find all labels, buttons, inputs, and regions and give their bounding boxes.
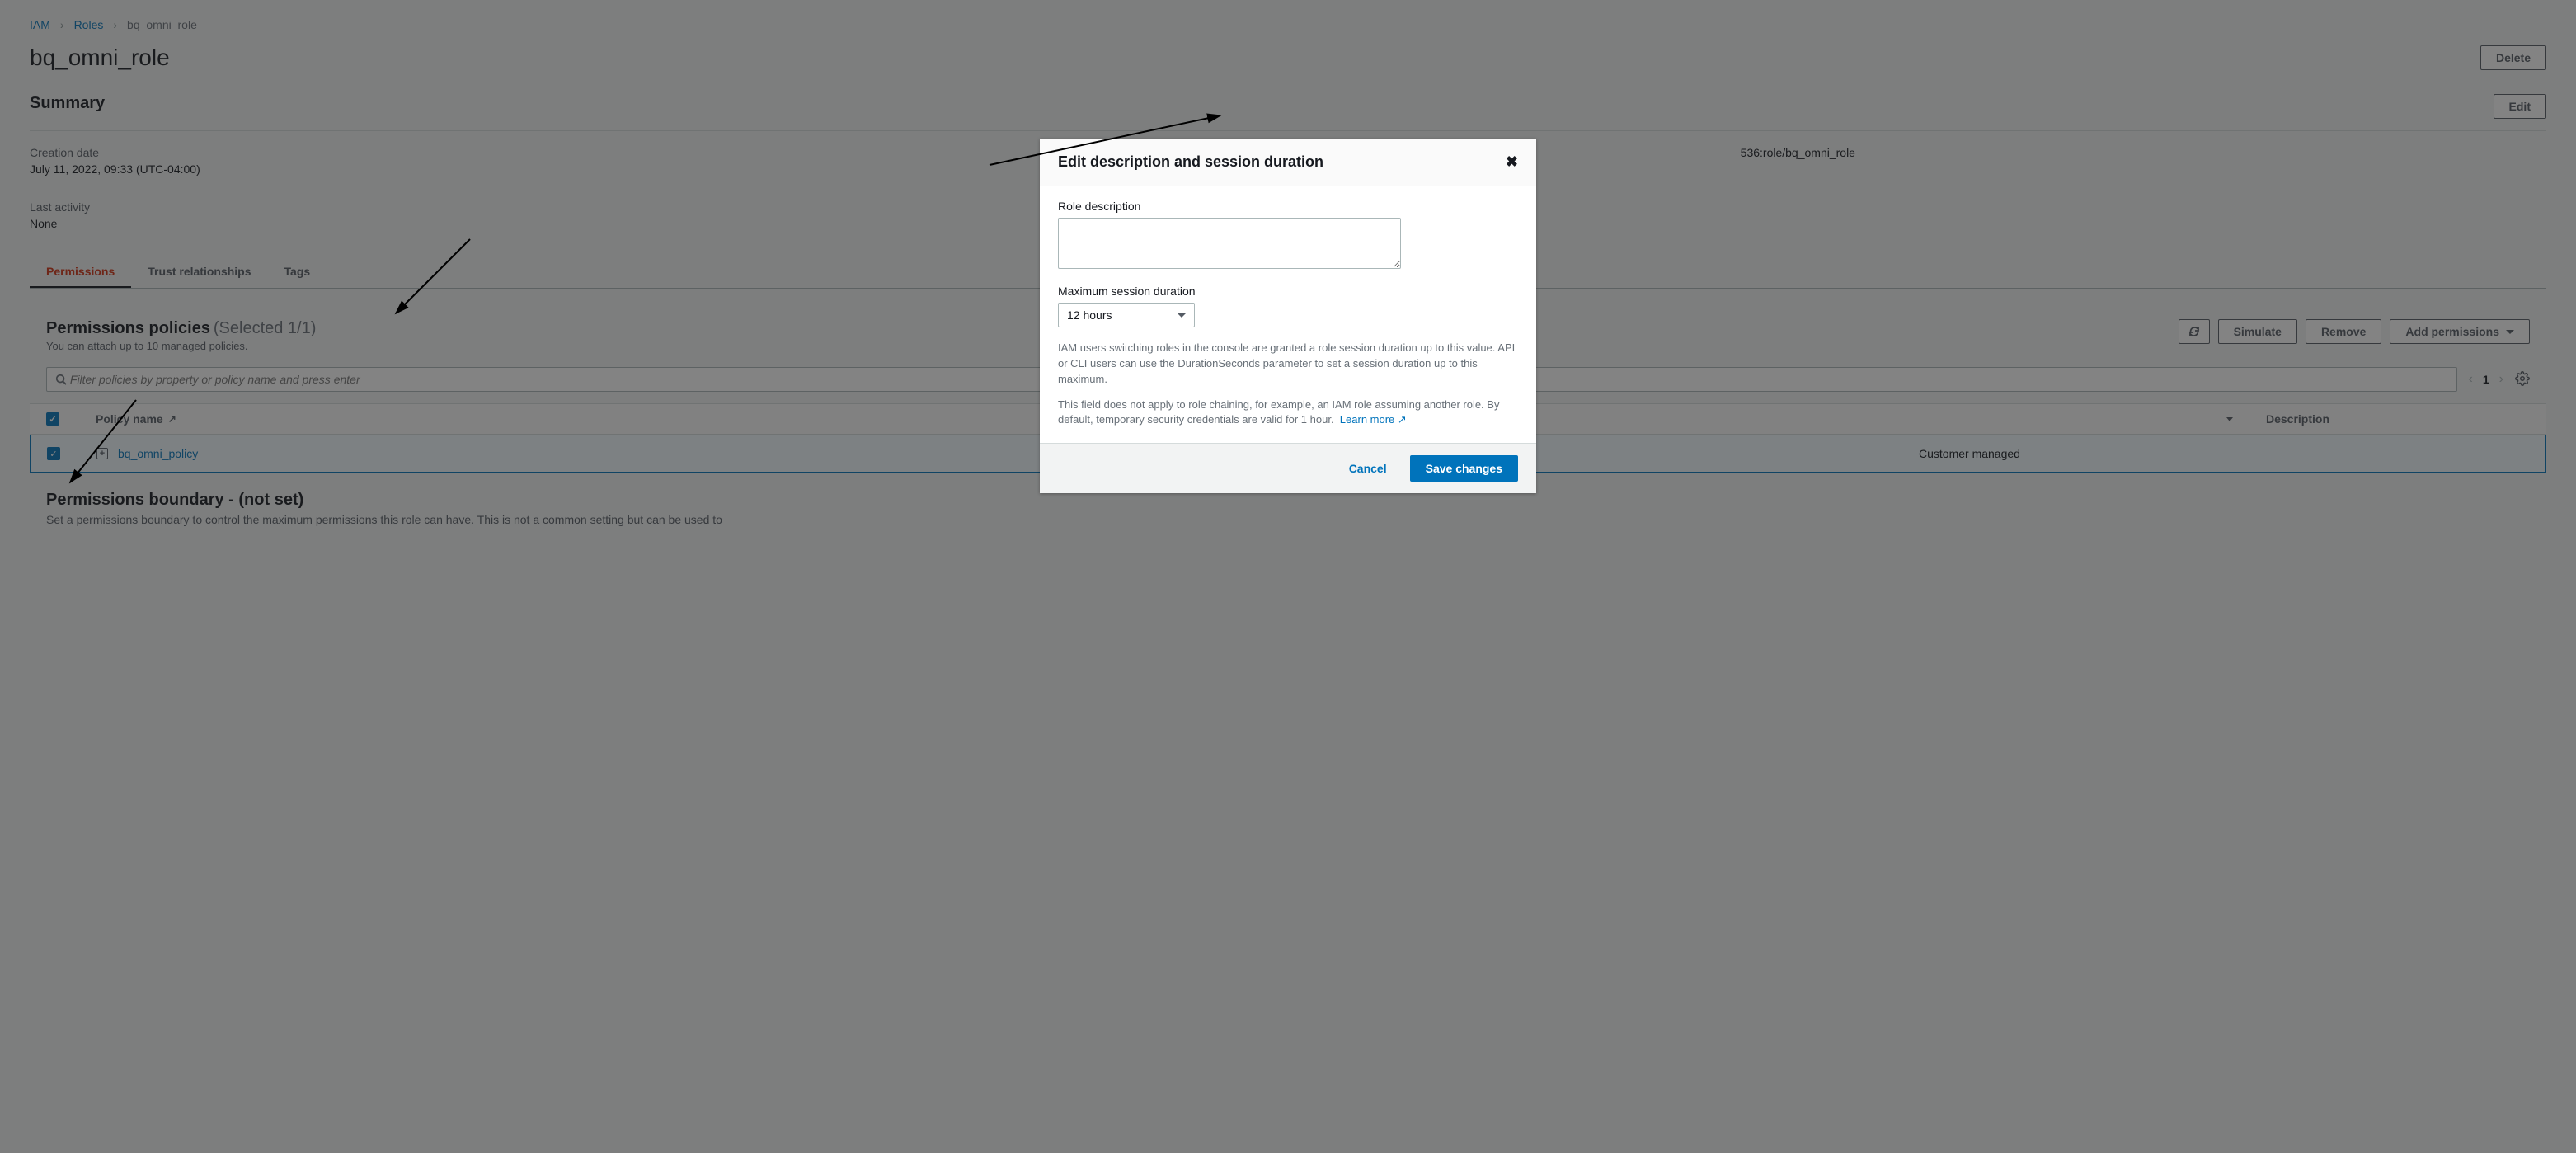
modal-title: Edit description and session duration — [1058, 153, 1323, 171]
role-description-label: Role description — [1058, 200, 1518, 213]
save-changes-button[interactable]: Save changes — [1410, 455, 1518, 482]
cancel-button[interactable]: Cancel — [1334, 455, 1402, 482]
role-description-input[interactable] — [1058, 218, 1401, 269]
session-duration-select[interactable]: 12 hours — [1058, 303, 1195, 327]
external-link-icon: ↗ — [1398, 413, 1407, 426]
caret-down-icon — [1178, 313, 1186, 318]
session-duration-value: 12 hours — [1067, 308, 1112, 322]
help-text-2: This field does not apply to role chaini… — [1058, 398, 1499, 426]
modal-close-button[interactable]: ✖ — [1506, 153, 1518, 171]
learn-more-link[interactable]: Learn more ↗ — [1340, 413, 1407, 426]
edit-modal: Edit description and session duration ✖ … — [1040, 139, 1536, 493]
help-text-1: IAM users switching roles in the console… — [1058, 341, 1518, 388]
close-icon: ✖ — [1506, 153, 1518, 170]
session-duration-label: Maximum session duration — [1058, 285, 1518, 298]
